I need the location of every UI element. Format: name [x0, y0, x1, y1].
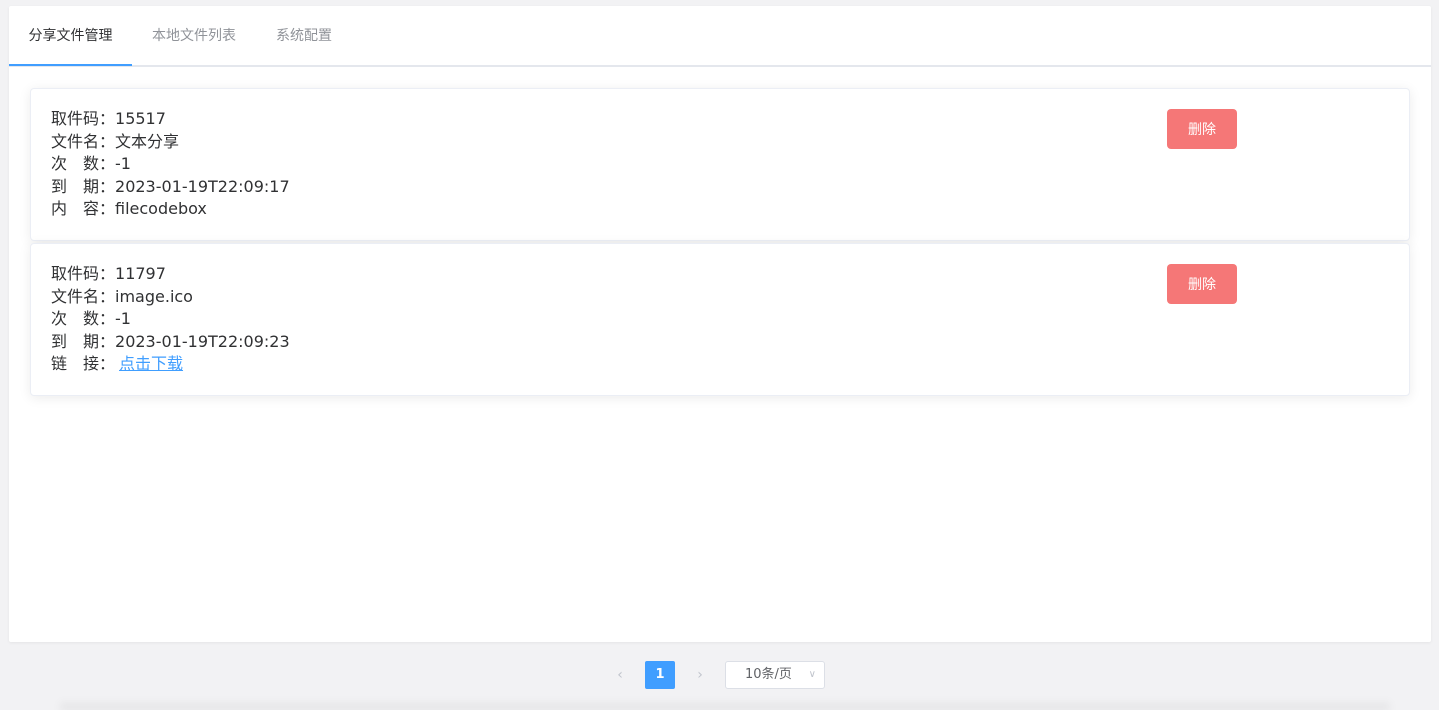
code-value: 11797	[115, 264, 166, 283]
name-label: 文件名：	[51, 131, 116, 151]
prev-page-icon[interactable]: ‹	[605, 661, 635, 689]
chevron-down-icon: ∨	[808, 669, 816, 680]
active-tab-indicator	[9, 64, 132, 66]
count-row: 次 数：-1	[51, 153, 290, 176]
code-row: 取件码：15517	[51, 108, 290, 131]
expire-label: 到 期：	[51, 331, 116, 351]
count-label: 次 数：	[51, 154, 116, 173]
expire-value: 2023-01-19T22:09:17	[115, 176, 290, 196]
link-label: 链 接：	[51, 354, 116, 373]
code-label: 取件码：	[51, 264, 116, 283]
name-value: image.ico	[115, 286, 193, 306]
share-card: 取件码：11797 文件名：image.ico 次 数：-1 到 期：2023-…	[30, 243, 1410, 396]
page-size-value: 10条/页	[745, 667, 792, 682]
code-label: 取件码：	[51, 109, 116, 128]
code-value: 15517	[115, 109, 166, 128]
delete-button[interactable]: 删除	[1167, 264, 1237, 304]
next-page-icon[interactable]: ›	[685, 661, 715, 689]
count-label: 次 数：	[51, 309, 116, 328]
tab-local-file-list[interactable]: 本地文件列表	[132, 6, 256, 67]
download-link[interactable]: 点击下载	[119, 354, 183, 373]
share-info: 取件码：11797 文件名：image.ico 次 数：-1 到 期：2023-…	[51, 263, 290, 376]
content-label: 内 容：	[51, 199, 116, 218]
content-value: filecodebox	[115, 199, 207, 218]
name-row: 文件名：文本分享	[51, 131, 290, 154]
count-value: -1	[115, 309, 131, 328]
share-info: 取件码：15517 文件名：文本分享 次 数：-1 到 期：2023-01-19…	[51, 108, 290, 221]
bottom-shadow	[60, 700, 1390, 710]
content-row: 内 容：filecodebox	[51, 198, 290, 221]
expire-row: 到 期：2023-01-19T22:09:17	[51, 176, 290, 199]
code-row: 取件码：11797	[51, 263, 290, 286]
pagination: ‹ 1 › 10条/页 ∨	[0, 661, 1439, 689]
main-panel: 分享文件管理 本地文件列表 系统配置 取件码：15517 文件名：文本分享 次 …	[9, 6, 1431, 642]
count-value: -1	[115, 154, 131, 173]
name-value: 文本分享	[115, 131, 180, 151]
tab-system-config[interactable]: 系统配置	[256, 6, 352, 67]
name-row: 文件名：image.ico	[51, 286, 290, 309]
delete-button[interactable]: 删除	[1167, 109, 1237, 149]
expire-value: 2023-01-19T22:09:23	[115, 331, 290, 351]
share-card: 取件码：15517 文件名：文本分享 次 数：-1 到 期：2023-01-19…	[30, 88, 1410, 241]
count-row: 次 数：-1	[51, 308, 290, 331]
name-label: 文件名：	[51, 286, 116, 306]
expire-label: 到 期：	[51, 176, 116, 196]
page-size-select[interactable]: 10条/页 ∨	[725, 661, 825, 689]
expire-row: 到 期：2023-01-19T22:09:23	[51, 331, 290, 354]
tab-bar: 分享文件管理 本地文件列表 系统配置	[9, 6, 1431, 67]
page-number-current[interactable]: 1	[645, 661, 675, 689]
tab-share-file-management[interactable]: 分享文件管理	[9, 6, 132, 67]
link-row: 链 接： 点击下载	[51, 353, 290, 376]
